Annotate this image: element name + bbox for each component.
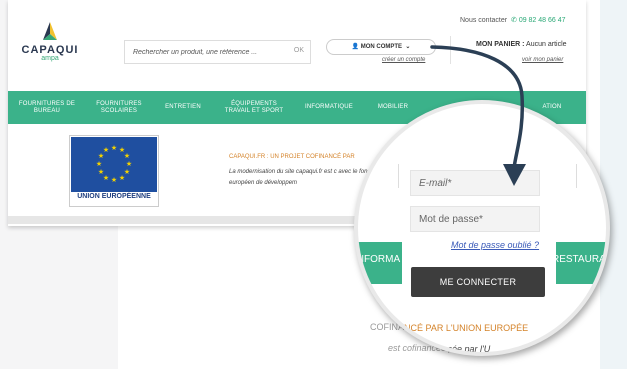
- callout-arrow-icon: [430, 45, 526, 186]
